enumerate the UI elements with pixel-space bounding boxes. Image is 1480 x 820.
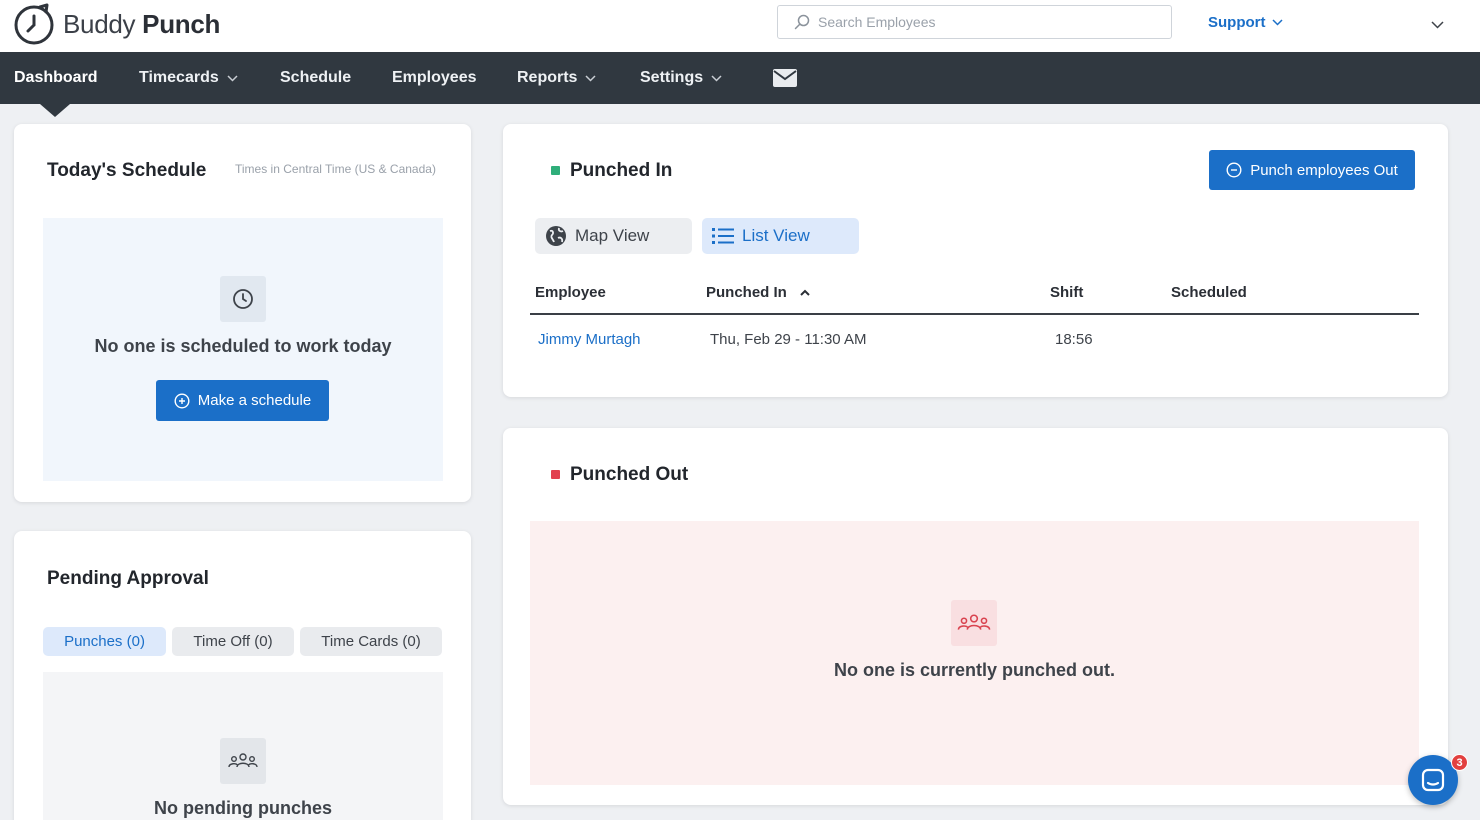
pending-approval-title: Pending Approval — [47, 568, 209, 589]
timezone-note: Times in Central Time (US & Canada) — [235, 162, 436, 176]
punched-out-empty-state: No one is currently punched out. — [530, 521, 1419, 785]
column-header-scheduled[interactable]: Scheduled — [1171, 284, 1247, 301]
envelope-icon — [773, 69, 797, 87]
search-icon — [794, 14, 810, 30]
list-view-button[interactable]: List View — [702, 218, 859, 254]
brand-name: Buddy Punch — [63, 8, 221, 39]
chevron-down-icon — [1271, 19, 1283, 26]
chat-icon — [1421, 768, 1445, 792]
tab-time-off-label: Time Off (0) — [193, 633, 273, 650]
nav-schedule[interactable]: Schedule — [280, 52, 351, 104]
employee-link[interactable]: Jimmy Murtagh — [538, 331, 641, 348]
make-schedule-label: Make a schedule — [197, 392, 312, 409]
nav-employees-label: Employees — [392, 69, 477, 86]
pending-approval-card: Pending Approval Punches (0) Time Off (0… — [14, 531, 471, 820]
people-tile — [220, 738, 266, 784]
search-box — [777, 5, 1172, 39]
nav-reports[interactable]: Reports — [517, 52, 596, 104]
todays-schedule-title: Today's Schedule — [47, 160, 207, 181]
punched-in-time: Thu, Feb 29 - 11:30 AM — [710, 331, 867, 348]
people-icon — [228, 753, 258, 768]
column-header-shift[interactable]: Shift — [1050, 284, 1083, 301]
sort-ascending-icon — [800, 289, 810, 296]
nav-dashboard[interactable]: Dashboard — [14, 52, 98, 104]
active-nav-pointer — [40, 104, 70, 117]
nav-settings[interactable]: Settings — [640, 52, 722, 104]
chat-notification-badge: 3 — [1451, 754, 1468, 771]
shift-duration: 18:56 — [1055, 331, 1093, 348]
punched-in-card: Punched In Punch employees Out Map View … — [503, 124, 1448, 397]
globe-icon — [546, 226, 566, 246]
column-header-scheduled-label: Scheduled — [1171, 284, 1247, 301]
punch-clock-icon — [1226, 162, 1242, 178]
tab-punches[interactable]: Punches (0) — [43, 627, 166, 656]
plus-circle-icon — [174, 392, 190, 409]
tab-time-cards[interactable]: Time Cards (0) — [300, 627, 442, 656]
punch-employees-out-label: Punch employees Out — [1250, 161, 1398, 179]
column-header-employee[interactable]: Employee — [535, 284, 606, 301]
tab-time-off[interactable]: Time Off (0) — [172, 627, 294, 656]
punched-out-card: Punched Out No one is currently punched … — [503, 428, 1448, 805]
clock-icon — [233, 289, 253, 309]
nav-schedule-label: Schedule — [280, 69, 352, 86]
main-nav: Dashboard Timecards Schedule Employees R… — [0, 52, 1480, 104]
list-view-label: List View — [742, 226, 810, 245]
table-header-divider — [530, 313, 1419, 315]
make-schedule-button[interactable]: Make a schedule — [156, 380, 329, 421]
schedule-empty-state: No one is scheduled to work today Make a… — [43, 218, 443, 481]
punched-out-title: Punched Out — [570, 464, 689, 485]
column-header-shift-label: Shift — [1050, 284, 1084, 301]
search-input[interactable] — [818, 14, 1148, 30]
column-header-employee-label: Employee — [535, 284, 606, 301]
clock-tile — [220, 276, 266, 322]
account-menu-toggle[interactable] — [1431, 16, 1444, 34]
map-view-label: Map View — [575, 226, 650, 245]
nav-messages[interactable] — [765, 52, 797, 104]
nav-timecards[interactable]: Timecards — [139, 52, 238, 104]
nav-dashboard-label: Dashboard — [14, 69, 98, 86]
punched-in-title: Punched In — [570, 160, 673, 181]
chevron-down-icon — [585, 74, 596, 82]
punch-employees-out-button[interactable]: Punch employees Out — [1209, 150, 1415, 190]
people-tile — [951, 600, 997, 646]
punched-in-status-dot — [551, 166, 560, 175]
people-icon — [957, 614, 991, 630]
pending-empty-text: No pending punches — [154, 798, 332, 818]
chevron-down-icon — [227, 74, 238, 82]
column-header-punched-in-label: Punched In — [706, 284, 787, 301]
brand-logo[interactable]: Buddy Punch — [13, 2, 220, 46]
list-icon — [712, 228, 734, 244]
nav-employees[interactable]: Employees — [392, 52, 476, 104]
column-header-punched-in[interactable]: Punched In — [706, 284, 810, 301]
nav-reports-label: Reports — [517, 69, 578, 86]
punched-out-empty-text: No one is currently punched out. — [833, 660, 1116, 680]
support-menu[interactable]: Support — [1208, 14, 1283, 31]
tab-punches-label: Punches (0) — [64, 633, 145, 650]
tab-time-cards-label: Time Cards (0) — [321, 633, 421, 650]
support-label: Support — [1208, 14, 1266, 31]
map-view-button[interactable]: Map View — [535, 218, 692, 254]
top-bar: Buddy Punch Support — [0, 0, 1480, 52]
nav-timecards-label: Timecards — [139, 69, 219, 86]
chevron-down-icon — [711, 74, 722, 82]
clock-logo-icon — [14, 3, 54, 45]
punched-out-status-dot — [551, 470, 560, 479]
pending-empty-state: No pending punches — [43, 672, 443, 820]
schedule-empty-text: No one is scheduled to work today — [94, 336, 392, 356]
todays-schedule-card: Today's Schedule Times in Central Time (… — [14, 124, 471, 502]
nav-settings-label: Settings — [640, 69, 704, 86]
chevron-down-icon — [1431, 21, 1444, 29]
